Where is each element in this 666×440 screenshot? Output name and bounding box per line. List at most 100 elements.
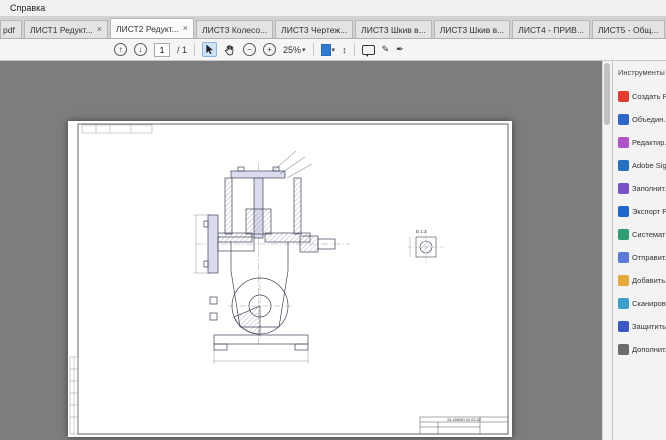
detail-label: Б 1:3 <box>416 229 427 234</box>
protect-icon <box>618 321 629 332</box>
tab-label: pdf <box>3 25 15 35</box>
minus-icon: − <box>247 46 252 54</box>
hand-tool-button[interactable] <box>224 44 236 56</box>
tool-protect[interactable]: Защитить <box>618 315 666 338</box>
hand-icon <box>224 44 236 56</box>
tool-label: Добавить... <box>632 276 666 285</box>
tool-scan[interactable]: Сканиров... <box>618 292 666 315</box>
cursor-icon <box>205 44 214 55</box>
tool-send[interactable]: Отправит... <box>618 246 666 269</box>
tool-label: Дополнит... <box>632 345 666 354</box>
scrollbar-thumb[interactable] <box>604 63 610 125</box>
document-tab-active[interactable]: ЛИСТ2 Редукт... × <box>110 18 194 38</box>
tool-label: Создать P... <box>632 92 666 101</box>
pencil-icon: ✎ <box>382 44 390 55</box>
add-comment-icon <box>618 275 629 286</box>
combine-files-icon <box>618 114 629 125</box>
arrow-up-icon: ↑ <box>119 46 123 54</box>
document-tab[interactable]: ЛИСТ1 Редукт... × <box>24 20 108 38</box>
tab-label: ЛИСТ3 Чертеж... <box>281 25 347 35</box>
tab-label: ЛИСТ3 Шкив в... <box>440 25 505 35</box>
side-stamp <box>70 357 78 434</box>
more-tools-icon <box>618 344 629 355</box>
document-tab[interactable]: ЛИСТ3 Колесо... <box>196 20 273 38</box>
tool-adobe-sign[interactable]: Adobe Sig... <box>618 154 666 177</box>
sign-button[interactable]: ✒ <box>396 44 404 55</box>
scroll-icon: ↕ <box>342 45 347 55</box>
document-tab[interactable]: ЛИСТ3 Шкив в... <box>355 20 432 38</box>
arrow-down-icon: ↓ <box>139 46 143 54</box>
document-tab[interactable]: ЛИСТ5 - Общ... <box>592 20 665 38</box>
select-tool-button[interactable] <box>202 42 217 57</box>
tools-panel: Инструменты п... Создать P... Объедин...… <box>612 61 666 440</box>
menu-help[interactable]: Справка <box>6 2 49 14</box>
engineering-drawing: Б 1:3 24-4060Ю. <box>68 121 512 437</box>
add-comment-button[interactable] <box>362 45 375 55</box>
document-tab[interactable]: ЛИСТ4 - ПРИВ... <box>512 20 590 38</box>
document-tab[interactable]: ЛИСТ3 Шкив в... <box>434 20 511 38</box>
fill-sign-icon <box>618 183 629 194</box>
create-pdf-icon <box>618 91 629 102</box>
zoom-level-value: 25% <box>283 45 301 55</box>
zoom-in-button[interactable]: + <box>263 43 276 56</box>
tool-more[interactable]: Дополнит... <box>618 338 666 361</box>
drawing-frame <box>78 124 508 434</box>
previous-page-button[interactable]: ↑ <box>114 43 127 56</box>
document-tab[interactable]: ЛИСТ3 Чертеж... <box>275 20 353 38</box>
plus-icon: + <box>267 46 272 54</box>
tab-label: ЛИСТ2 Редукт... <box>116 24 179 34</box>
edit-pdf-icon <box>618 137 629 148</box>
tool-combine-files[interactable]: Объедин... <box>618 108 666 131</box>
menu-bar: Справка <box>0 0 666 16</box>
tool-label: Редактир... <box>632 138 666 147</box>
scroll-mode-button[interactable]: ↕ <box>342 45 347 55</box>
zoom-level-dropdown[interactable]: 25% ▾ <box>283 45 306 55</box>
tool-label: Adobe Sig... <box>632 161 666 170</box>
close-icon[interactable]: × <box>97 25 102 34</box>
tab-label: ЛИСТ5 - Общ... <box>598 25 659 35</box>
close-icon[interactable]: × <box>183 24 188 33</box>
tool-label: Защитить <box>632 322 666 331</box>
tool-label: Экспорт P... <box>632 207 666 216</box>
tool-add-comment[interactable]: Добавить... <box>618 269 666 292</box>
acrobat-window: Справка pdf ЛИСТ1 Редукт... × ЛИСТ2 Реду… <box>0 0 666 440</box>
tool-export-pdf[interactable]: Экспорт P... <box>618 200 666 223</box>
document-tab-clipped[interactable]: pdf <box>0 20 22 38</box>
page-view-icon <box>321 44 331 56</box>
tool-edit-pdf[interactable]: Редактир... <box>618 131 666 154</box>
title-block-number: 24-4060Ю.02.02.02 <box>447 418 481 422</box>
comment-icon <box>362 45 375 55</box>
tool-label: Заполнит... <box>632 184 666 193</box>
zoom-out-button[interactable]: − <box>243 43 256 56</box>
export-pdf-icon <box>618 206 629 217</box>
tool-fill-sign[interactable]: Заполнит... <box>618 177 666 200</box>
send-icon <box>618 252 629 263</box>
revision-table <box>82 125 152 133</box>
tool-label: Системати... <box>632 230 666 239</box>
tool-label: Отправит... <box>632 253 666 262</box>
tool-label: Сканиров... <box>632 299 666 308</box>
page-count-label: / 1 <box>177 45 187 55</box>
scan-icon <box>618 298 629 309</box>
document-tab-bar: pdf ЛИСТ1 Редукт... × ЛИСТ2 Редукт... × … <box>0 16 666 39</box>
tool-create-pdf[interactable]: Создать P... <box>618 85 666 108</box>
tab-label: ЛИСТ1 Редукт... <box>30 25 93 35</box>
tab-label: ЛИСТ3 Колесо... <box>202 25 267 35</box>
organize-pages-icon <box>618 229 629 240</box>
pen-icon: ✒ <box>396 44 404 55</box>
tab-label: ЛИСТ4 - ПРИВ... <box>518 25 584 35</box>
tools-panel-title: Инструменты п... <box>618 68 666 77</box>
tab-label: ЛИСТ3 Шкив в... <box>361 25 426 35</box>
toolbar-separator <box>313 43 314 56</box>
page-display-dropdown[interactable]: ▾ <box>321 44 336 56</box>
next-page-button[interactable]: ↓ <box>134 43 147 56</box>
tool-organize-pages[interactable]: Системати... <box>618 223 666 246</box>
adobe-sign-icon <box>618 160 629 171</box>
vertical-scrollbar[interactable] <box>602 61 612 440</box>
main-toolbar: ↑ ↓ / 1 − + 25% ▾ ▾ ↕ ✎ ✒ <box>0 39 666 61</box>
main-view <box>193 151 350 364</box>
chevron-down-icon: ▾ <box>332 46 336 54</box>
highlight-button[interactable]: ✎ <box>382 44 390 55</box>
document-area: Б 1:3 24-4060Ю. <box>0 61 612 440</box>
page-number-input[interactable] <box>154 43 170 57</box>
